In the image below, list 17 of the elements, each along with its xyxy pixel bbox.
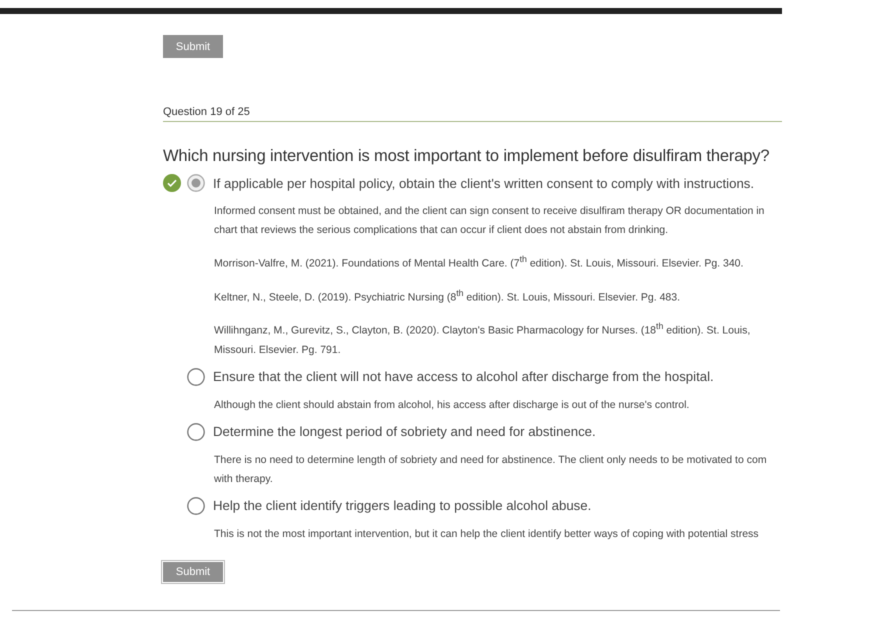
rationale-text: Morrison-Valfre, M. (2021). Foundations of Mental Health Care. (7$^{th}$ edition). St. Louis, Missouri. Elsevier. Pg. 340. <box>214 253 744 272</box>
answer-option[interactable]: Determine the longest period of sobriety and need for abstinence. <box>213 424 596 439</box>
answer-option[interactable]: Ensure that the client will not have access to alcohol after discharge from the hospital. <box>213 369 714 384</box>
rationale-text: Keltner, N., Steele, D. (2019). Psychiatric Nursing (8$^{th}$ edition). St. Louis, Missouri. Elsevier. Pg. 483. <box>214 286 682 305</box>
rationale-text: Although the client should abstain from alcohol, his access after discharge is out of the nurse's control. <box>214 398 690 412</box>
answer-option[interactable]: Help the client identify triggers leading to possible alcohol abuse. <box>213 498 592 513</box>
rationale-text: This is not the most important intervention, but it can help the client identify better ways of coping with potential stress <box>214 526 760 542</box>
radio-button[interactable] <box>187 174 205 192</box>
radio-button[interactable] <box>187 496 205 514</box>
rationale-text: Informed consent must be obtained, and the client can sign consent to receive disulfiram therapy OR documentation in chart that reviews the serious complications that can occur if client does not abstain from drinking. <box>214 204 766 238</box>
question-text: Which nursing intervention is most important to implement before disulfiram therapy? <box>163 147 770 166</box>
answer-option[interactable]: If applicable per hospital policy, obtain the client's written consent to comply with instructions. <box>213 176 754 190</box>
question-counter: Question 19 of 25 <box>163 106 782 122</box>
radio-button[interactable] <box>187 422 205 440</box>
rationale-text: There is no need to determine length of sobriety and need for abstinence. The client only needs to be motivated to com with therapy. <box>214 452 768 486</box>
radio-button[interactable] <box>187 368 205 386</box>
rationale-text: Willihnganz, M., Gurevitz, S., Clayton, B. (2020). Clayton's Basic Pharmacology for Nurses. (18$^{th}$ edition). St. Louis, Missouri. Elsevier. Pg. 791. <box>214 320 752 358</box>
